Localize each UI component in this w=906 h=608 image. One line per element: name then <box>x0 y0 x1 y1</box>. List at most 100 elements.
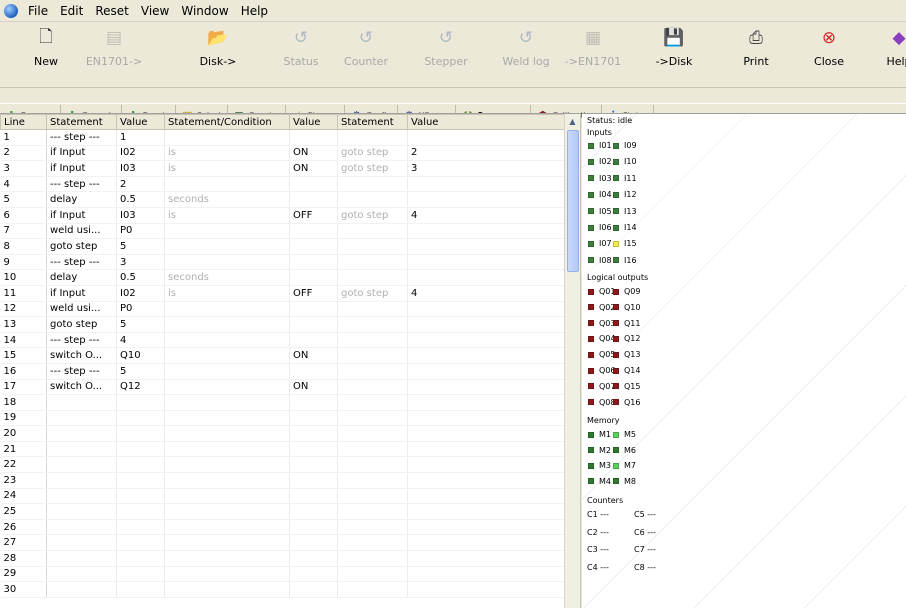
table-cell[interactable]: goto step <box>337 207 408 224</box>
table-cell[interactable]: --- step --- <box>46 363 117 380</box>
table-cell[interactable] <box>407 223 565 240</box>
table-cell[interactable]: Q12 <box>116 379 165 396</box>
table-cell[interactable]: ON <box>289 160 338 177</box>
table-row[interactable]: 15 switch O... Q10 ON <box>0 347 565 364</box>
table-cell[interactable] <box>46 550 117 567</box>
table-cell[interactable]: 2 <box>116 176 165 193</box>
table-cell[interactable]: 3 <box>116 254 165 271</box>
table-cell[interactable]: ON <box>289 145 338 162</box>
table-cell[interactable] <box>337 566 408 583</box>
table-cell[interactable] <box>116 534 165 552</box>
table-cell[interactable] <box>407 410 565 427</box>
table-row[interactable]: 22 <box>0 456 565 474</box>
table-cell[interactable] <box>164 363 290 380</box>
table-cell[interactable] <box>116 566 165 583</box>
table-row[interactable]: 14 --- step --- 4 <box>0 332 565 349</box>
table-row[interactable]: 26 <box>0 519 565 536</box>
table-cell[interactable]: delay <box>46 269 117 286</box>
table-cell[interactable]: 1 <box>116 129 165 146</box>
table-cell[interactable] <box>289 566 338 583</box>
table-cell[interactable] <box>116 581 165 598</box>
table-cell[interactable] <box>407 534 565 552</box>
table-cell[interactable]: switch O... <box>46 347 117 364</box>
table-cell[interactable] <box>289 534 338 552</box>
table-cell[interactable] <box>46 456 117 474</box>
table-cell[interactable] <box>407 238 565 255</box>
table-cell[interactable] <box>46 472 117 489</box>
table-cell[interactable] <box>407 129 565 146</box>
table-cell[interactable] <box>289 129 338 146</box>
table-cell[interactable] <box>407 425 565 442</box>
table-cell[interactable] <box>337 488 408 505</box>
table-cell[interactable] <box>164 223 290 240</box>
toolbar-stepper-button[interactable]: ↺ Stepper <box>420 22 472 68</box>
table-cell[interactable] <box>46 581 117 598</box>
table-cell[interactable]: 5 <box>116 238 165 255</box>
table-cell[interactable] <box>289 191 338 208</box>
table-row[interactable]: 27 <box>0 534 565 552</box>
table-cell[interactable]: OFF <box>289 285 338 302</box>
table-cell[interactable]: 5 <box>116 363 165 380</box>
vertical-scrollbar[interactable]: ▲ <box>564 114 580 608</box>
table-cell[interactable] <box>337 456 408 474</box>
table-row[interactable]: 1 --- step --- 1 <box>0 129 565 146</box>
table-row[interactable]: 2 if Input I02 is ON goto step 2 <box>0 145 565 162</box>
column-header-4[interactable]: Value <box>289 114 338 130</box>
table-cell[interactable] <box>407 566 565 583</box>
table-cell[interactable]: goto step <box>337 285 408 302</box>
column-header-3[interactable]: Statement/Condition <box>164 114 290 130</box>
table-row[interactable]: 8 goto step 5 <box>0 238 565 255</box>
table-cell[interactable]: is <box>164 160 290 177</box>
table-cell[interactable]: 0.5 <box>116 191 165 208</box>
table-cell[interactable] <box>164 503 290 520</box>
table-cell[interactable] <box>46 425 117 442</box>
table-cell[interactable] <box>46 503 117 520</box>
menu-window[interactable]: Window <box>175 0 234 22</box>
table-cell[interactable] <box>407 301 565 318</box>
table-cell[interactable] <box>46 394 117 411</box>
table-cell[interactable] <box>289 472 338 489</box>
table-cell[interactable]: --- step --- <box>46 332 117 349</box>
table-cell[interactable] <box>289 316 338 333</box>
toolbar-help-button[interactable]: ◆ Help <box>873 22 906 68</box>
table-cell[interactable]: I03 <box>116 207 165 224</box>
table-cell[interactable] <box>337 379 408 396</box>
table-cell[interactable] <box>337 347 408 364</box>
table-cell[interactable] <box>164 566 290 583</box>
table-cell[interactable] <box>46 566 117 583</box>
table-cell[interactable]: 0.5 <box>116 269 165 286</box>
table-cell[interactable] <box>337 550 408 567</box>
table-cell[interactable] <box>337 301 408 318</box>
toolbar-print-button[interactable]: ⎙ Print <box>730 22 782 68</box>
table-cell[interactable]: --- step --- <box>46 176 117 193</box>
table-cell[interactable]: is <box>164 285 290 302</box>
table-cell[interactable] <box>337 191 408 208</box>
table-cell[interactable] <box>289 581 338 598</box>
table-cell[interactable] <box>289 503 338 520</box>
table-cell[interactable]: goto step <box>337 160 408 177</box>
toolbar-new-button[interactable]: 🗋 New <box>20 22 72 69</box>
table-row[interactable]: 16 --- step --- 5 <box>0 363 565 380</box>
toolbar-close-button[interactable]: ⊗ Close <box>803 22 855 68</box>
table-cell[interactable] <box>289 223 338 240</box>
table-cell[interactable] <box>46 410 117 427</box>
table-row[interactable]: 10 delay 0.5 seconds <box>0 269 565 286</box>
table-row[interactable]: 13 goto step 5 <box>0 316 565 333</box>
table-cell[interactable] <box>289 519 338 536</box>
table-cell[interactable] <box>407 347 565 364</box>
table-cell[interactable] <box>407 363 565 380</box>
table-cell[interactable]: I02 <box>116 145 165 162</box>
table-cell[interactable] <box>407 441 565 458</box>
column-header-6[interactable]: Value <box>407 114 565 130</box>
table-cell[interactable] <box>337 503 408 520</box>
table-cell[interactable]: if Input <box>46 285 117 302</box>
table-cell[interactable] <box>289 176 338 193</box>
column-header-0[interactable]: Line <box>0 114 47 130</box>
table-cell[interactable]: seconds <box>164 191 290 208</box>
table-cell[interactable] <box>337 332 408 349</box>
toolbar-disk-button[interactable]: 💾 ->Disk <box>648 22 700 68</box>
table-cell[interactable] <box>289 550 338 567</box>
table-row[interactable]: 9 --- step --- 3 <box>0 254 565 271</box>
table-cell[interactable] <box>337 363 408 380</box>
table-cell[interactable] <box>116 456 165 474</box>
